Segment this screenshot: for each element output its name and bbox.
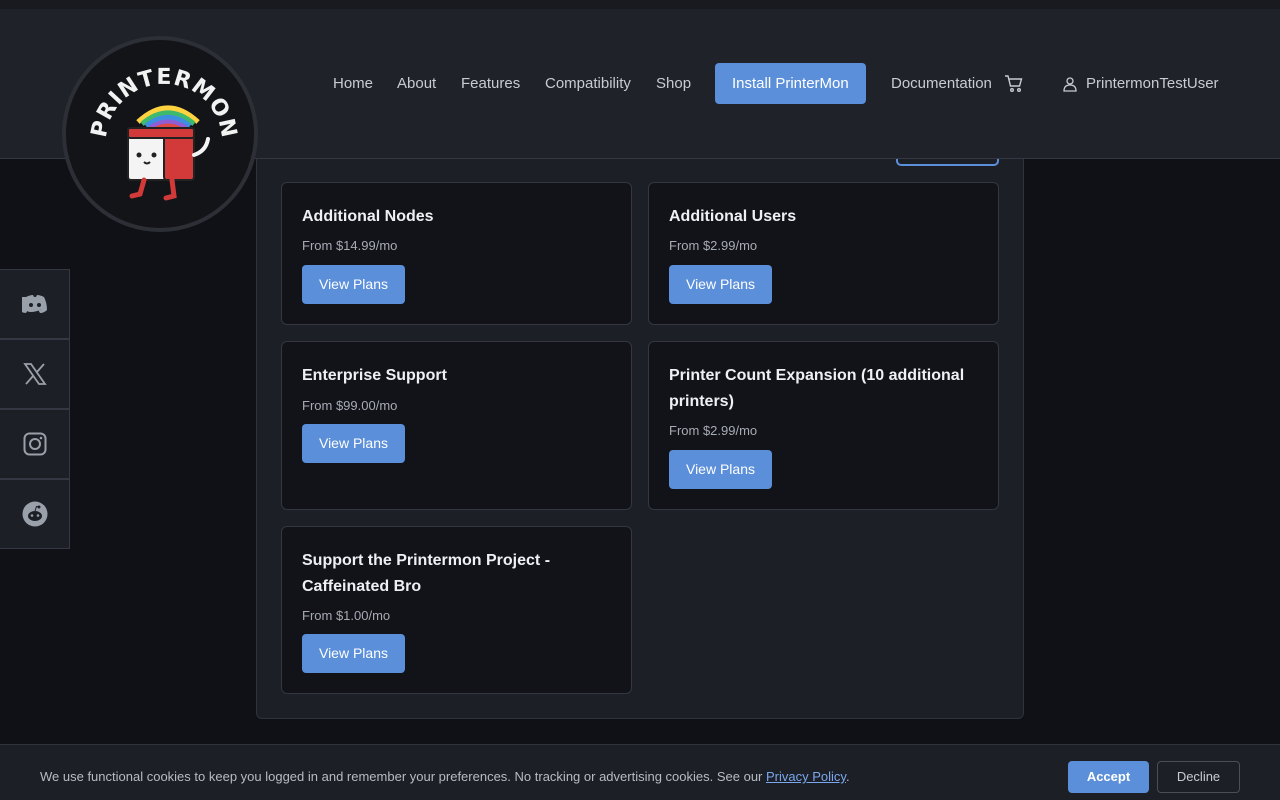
cookie-message-text: We use functional cookies to keep you lo… (40, 769, 766, 784)
decline-cookies-button[interactable]: Decline (1157, 761, 1240, 793)
discord-link[interactable] (0, 269, 70, 339)
plan-title: Support the Printermon Project - Caffein… (302, 552, 551, 595)
view-plans-button[interactable]: View Plans (669, 265, 772, 304)
nav-user-account[interactable]: PrintermonTestUser (1086, 63, 1219, 104)
plan-title: Additional Nodes (302, 208, 434, 225)
plan-card-additional-users: Additional Users From $2.99/mo View Plan… (648, 182, 999, 325)
view-plans-button[interactable]: View Plans (302, 265, 405, 304)
plan-card-enterprise-support: Enterprise Support From $99.00/mo View P… (281, 341, 632, 510)
plan-price: From $14.99/mo (302, 238, 398, 253)
plan-price: From $99.00/mo (302, 398, 398, 413)
plan-card-printer-count-expansion: Printer Count Expansion (10 additional p… (648, 341, 999, 510)
discord-icon (21, 295, 47, 313)
logo-graphic: PRINTERMON (87, 65, 240, 201)
plan-card-support-project: Support the Printermon Project - Caffein… (281, 526, 632, 694)
view-plans-button[interactable]: View Plans (302, 424, 405, 463)
nav-shop[interactable]: Shop (656, 63, 691, 104)
plan-title: Printer Count Expansion (10 additional p… (669, 367, 965, 410)
reddit-link[interactable] (0, 479, 70, 549)
x-icon (22, 363, 47, 385)
nav-about[interactable]: About (397, 63, 436, 104)
plan-price: From $1.00/mo (302, 608, 391, 623)
x-link[interactable] (0, 339, 70, 409)
view-plans-button[interactable]: View Plans (669, 450, 772, 489)
plan-price: From $2.99/mo (669, 423, 758, 438)
instagram-icon (23, 432, 46, 456)
instagram-link[interactable] (0, 409, 70, 479)
cookie-message-suffix: . (845, 769, 850, 784)
top-strip (0, 0, 1280, 9)
printermon-logo[interactable]: PRINTERMON (62, 36, 258, 232)
nav-documentation[interactable]: Documentation (891, 63, 992, 104)
reddit-icon (22, 501, 47, 527)
accept-cookies-button[interactable]: Accept (1068, 761, 1149, 793)
plan-card-additional-nodes: Additional Nodes From $14.99/mo View Pla… (281, 182, 632, 325)
privacy-policy-link[interactable]: Privacy Policy (766, 769, 846, 784)
plan-title: Additional Users (669, 208, 797, 225)
view-plans-button[interactable]: View Plans (302, 634, 405, 673)
cookie-banner: We use functional cookies to keep you lo… (0, 744, 1280, 800)
nav-features[interactable]: Features (461, 63, 520, 104)
cart-icon[interactable] (1004, 74, 1024, 94)
install-printermon-button[interactable]: Install PrinterMon (715, 63, 866, 104)
nav-compatibility[interactable]: Compatibility (545, 63, 631, 104)
cookie-message: We use functional cookies to keep you lo… (40, 769, 850, 784)
user-icon (1062, 76, 1078, 92)
nav-home[interactable]: Home (333, 63, 373, 104)
plan-price: From $2.99/mo (669, 238, 758, 253)
plan-title: Enterprise Support (302, 367, 447, 384)
